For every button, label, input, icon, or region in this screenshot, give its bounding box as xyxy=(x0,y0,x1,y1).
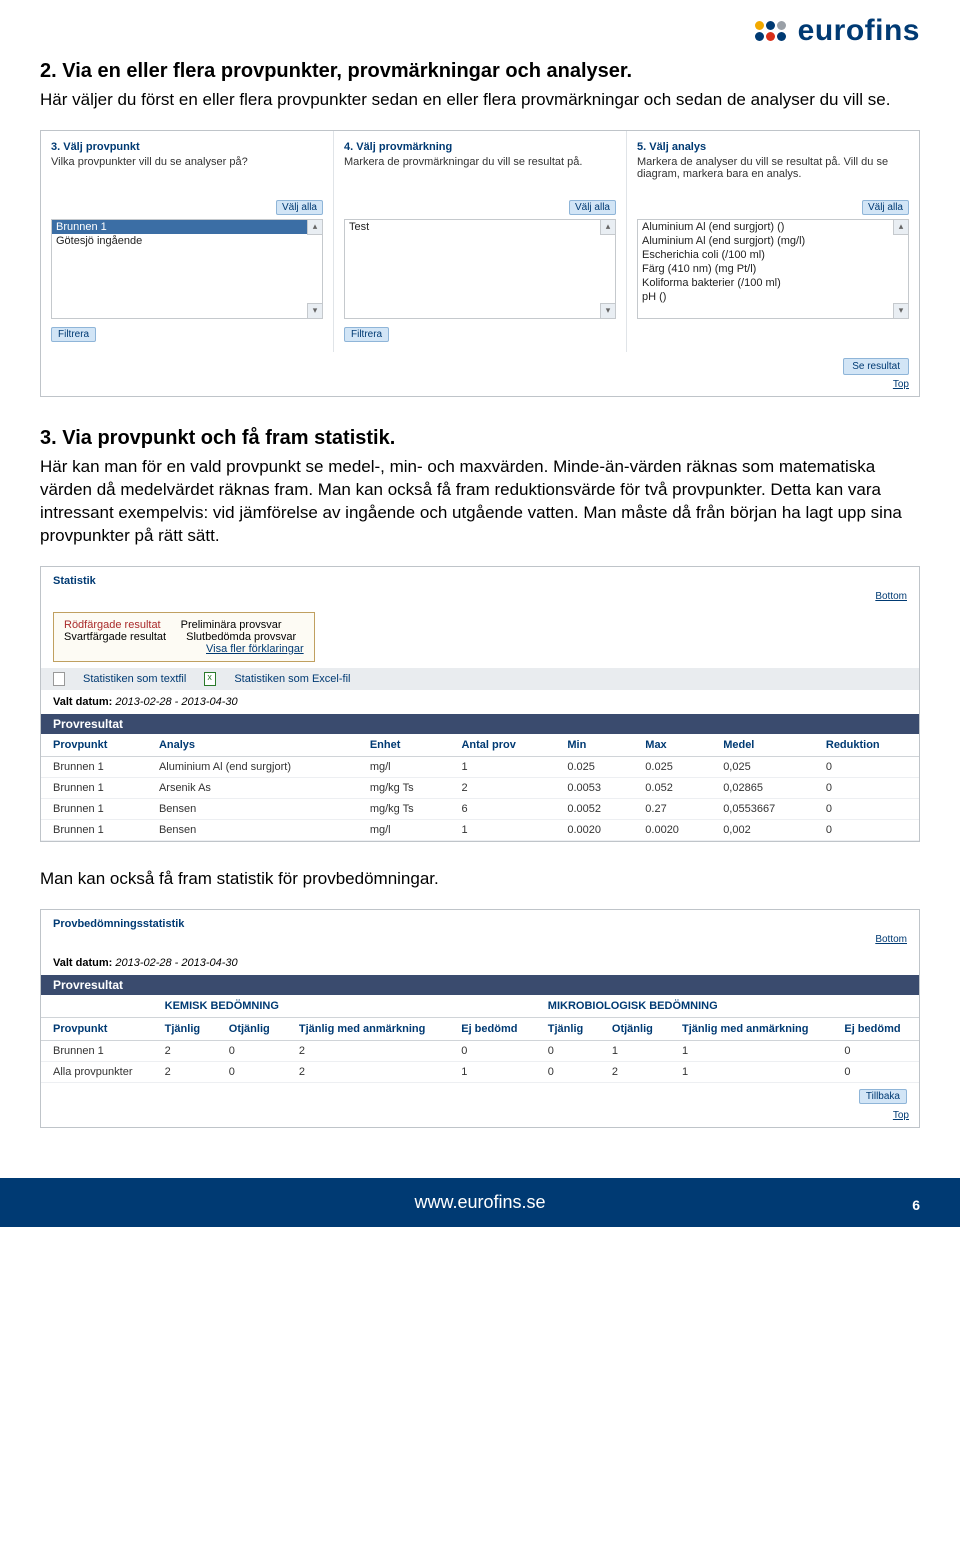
legend-black: Svartfärgade resultat xyxy=(64,631,166,643)
col-reduktion[interactable]: Reduktion xyxy=(814,734,919,757)
textfile-icon[interactable] xyxy=(53,672,65,686)
provbedomning-title: Provbedömningsstatistik xyxy=(41,910,919,934)
valj-alla-button[interactable]: Välj alla xyxy=(862,200,909,215)
legend-more-link[interactable]: Visa fler förklaringar xyxy=(206,643,304,655)
col-analys: 5. Välj analys Markera de analyser du vi… xyxy=(627,131,919,352)
provresultat-header: Provresultat xyxy=(41,714,919,734)
scroll-up-icon[interactable]: ▴ xyxy=(893,220,908,235)
table-header-row: Provpunkt Analys Enhet Antal prov Min Ma… xyxy=(41,734,919,757)
table-row: Brunnen 1Aluminium Al (end surgjort)mg/l… xyxy=(41,756,919,777)
col-tjanlig-anm[interactable]: Tjänlig med anmärkning xyxy=(287,1017,449,1040)
provresultat-header: Provresultat xyxy=(41,975,919,995)
scroll-up-icon[interactable]: ▴ xyxy=(600,220,615,235)
col-ej-bedomd[interactable]: Ej bedömd xyxy=(449,1017,536,1040)
filtrera-button[interactable]: Filtrera xyxy=(51,327,96,342)
table-row: Brunnen 1Bensenmg/kg Ts60.00520.270,0553… xyxy=(41,798,919,819)
col-analys[interactable]: Analys xyxy=(147,734,358,757)
col-tjanlig[interactable]: Tjänlig xyxy=(536,1017,600,1040)
list-item[interactable]: Brunnen 1 xyxy=(52,220,322,234)
scroll-up-icon[interactable]: ▴ xyxy=(307,220,322,235)
col-enhet[interactable]: Enhet xyxy=(358,734,450,757)
page-footer: www.eurofins.se 6 xyxy=(0,1178,960,1227)
scroll-down-icon[interactable]: ▾ xyxy=(307,303,322,318)
col-provpunkt[interactable]: Provpunkt xyxy=(41,734,147,757)
scroll-down-icon[interactable]: ▾ xyxy=(600,303,615,318)
col-provpunkt: 3. Välj provpunkt Vilka provpunkter vill… xyxy=(41,131,334,352)
col-ej-bedomd[interactable]: Ej bedömd xyxy=(832,1017,919,1040)
top-link[interactable]: Top xyxy=(41,379,919,396)
table-row: Alla provpunkter20210210 xyxy=(41,1061,919,1082)
bedomning-table: KEMISK BEDÖMNING MIKROBIOLOGISK BEDÖMNIN… xyxy=(41,995,919,1083)
col4-head: 4. Välj provmärkning xyxy=(344,141,616,153)
statistik-table: Provpunkt Analys Enhet Antal prov Min Ma… xyxy=(41,734,919,841)
top-link[interactable]: Top xyxy=(41,1110,919,1127)
export-excel-link[interactable]: Statistiken som Excel-fil xyxy=(234,673,350,685)
list-item[interactable]: Test xyxy=(345,220,615,234)
col-provpunkt[interactable]: Provpunkt xyxy=(41,1017,153,1040)
col-medel[interactable]: Medel xyxy=(711,734,814,757)
col5-sub: Markera de analyser du vill se resultat … xyxy=(637,156,909,190)
excel-icon[interactable] xyxy=(204,672,216,686)
col-tjanlig-anm[interactable]: Tjänlig med anmärkning xyxy=(670,1017,832,1040)
list-item[interactable]: Koliforma bakterier (/100 ml) xyxy=(638,276,908,290)
tillbaka-button[interactable]: Tillbaka xyxy=(859,1089,907,1104)
list-item[interactable]: Aluminium Al (end surgjort) (mg/l) xyxy=(638,234,908,248)
col-otjanlig[interactable]: Otjänlig xyxy=(217,1017,287,1040)
table-row: Brunnen 1Bensenmg/l10.00200.00200,0020 xyxy=(41,819,919,840)
col-provmarkning: 4. Välj provmärkning Markera de provmärk… xyxy=(334,131,627,352)
legend-box: Rödfärgade resultat Preliminära provsvar… xyxy=(53,612,315,662)
section3-desc: Här kan man för en vald provpunkt se med… xyxy=(40,456,920,548)
se-resultat-button[interactable]: Se resultat xyxy=(843,358,909,375)
col-max[interactable]: Max xyxy=(633,734,711,757)
col3-head: 3. Välj provpunkt xyxy=(51,141,323,153)
col-tjanlig[interactable]: Tjänlig xyxy=(153,1017,217,1040)
list-item[interactable]: pH () xyxy=(638,290,908,304)
col5-head: 5. Välj analys xyxy=(637,141,909,153)
logo-icon xyxy=(752,12,790,50)
table-row: Brunnen 120200110 xyxy=(41,1040,919,1061)
export-text-link[interactable]: Statistiken som textfil xyxy=(83,673,186,685)
footer-page-number: 6 xyxy=(912,1197,920,1213)
bottom-link[interactable]: Bottom xyxy=(41,591,919,608)
group-mikro: MIKROBIOLOGISK BEDÖMNING xyxy=(536,995,919,1018)
export-bar: Statistiken som textfil Statistiken som … xyxy=(41,668,919,690)
valj-alla-button[interactable]: Välj alla xyxy=(276,200,323,215)
analys-listbox[interactable]: ▴ Aluminium Al (end surgjort) () Alumini… xyxy=(637,219,909,319)
legend-red: Rödfärgade resultat xyxy=(64,619,161,631)
col4-sub: Markera de provmärkningar du vill se res… xyxy=(344,156,616,190)
table-group-row: KEMISK BEDÖMNING MIKROBIOLOGISK BEDÖMNIN… xyxy=(41,995,919,1018)
list-item[interactable]: Aluminium Al (end surgjort) () xyxy=(638,220,908,234)
provbedomning-panel: Provbedömningsstatistik Bottom Valt datu… xyxy=(40,909,920,1128)
bottom-link[interactable]: Bottom xyxy=(41,934,919,951)
scroll-down-icon[interactable]: ▾ xyxy=(893,303,908,318)
table-row: Brunnen 1Arsenik Asmg/kg Ts20.00530.0520… xyxy=(41,777,919,798)
legend-black-desc: Slutbedömda provsvar xyxy=(186,631,296,643)
section2-title: 2. Via en eller flera provpunkter, provm… xyxy=(40,60,920,83)
col-otjanlig[interactable]: Otjänlig xyxy=(600,1017,670,1040)
group-kemisk: KEMISK BEDÖMNING xyxy=(153,995,536,1018)
section2-desc: Här väljer du först en eller flera provp… xyxy=(40,89,920,112)
section3-title: 3. Via provpunkt och få fram statistik. xyxy=(40,427,920,450)
selection-panel: 3. Välj provpunkt Vilka provpunkter vill… xyxy=(40,130,920,397)
footer-url: www.eurofins.se xyxy=(414,1192,545,1212)
list-item[interactable]: Escherichia coli (/100 ml) xyxy=(638,248,908,262)
list-item[interactable]: Götesjö ingående xyxy=(52,234,322,248)
logo: eurofins xyxy=(752,12,920,50)
valt-datum: Valt datum: 2013-02-28 - 2013-04-30 xyxy=(41,690,919,714)
valj-alla-button[interactable]: Välj alla xyxy=(569,200,616,215)
provmarkning-listbox[interactable]: ▴ Test ▾ xyxy=(344,219,616,319)
section4-line: Man kan också få fram statistik för prov… xyxy=(40,868,920,891)
filtrera-button[interactable]: Filtrera xyxy=(344,327,389,342)
col-antal[interactable]: Antal prov xyxy=(449,734,555,757)
statistik-title: Statistik xyxy=(41,567,919,591)
statistik-panel: Statistik Bottom Rödfärgade resultat Pre… xyxy=(40,566,920,842)
logo-text: eurofins xyxy=(798,14,920,48)
col3-sub: Vilka provpunkter vill du se analyser på… xyxy=(51,156,323,190)
list-item[interactable]: Färg (410 nm) (mg Pt/l) xyxy=(638,262,908,276)
col-min[interactable]: Min xyxy=(555,734,633,757)
legend-red-desc: Preliminära provsvar xyxy=(181,619,282,631)
table-header-row: Provpunkt Tjänlig Otjänlig Tjänlig med a… xyxy=(41,1017,919,1040)
valt-datum: Valt datum: 2013-02-28 - 2013-04-30 xyxy=(41,951,919,975)
provpunkt-listbox[interactable]: ▴ Brunnen 1 Götesjö ingående ▾ xyxy=(51,219,323,319)
